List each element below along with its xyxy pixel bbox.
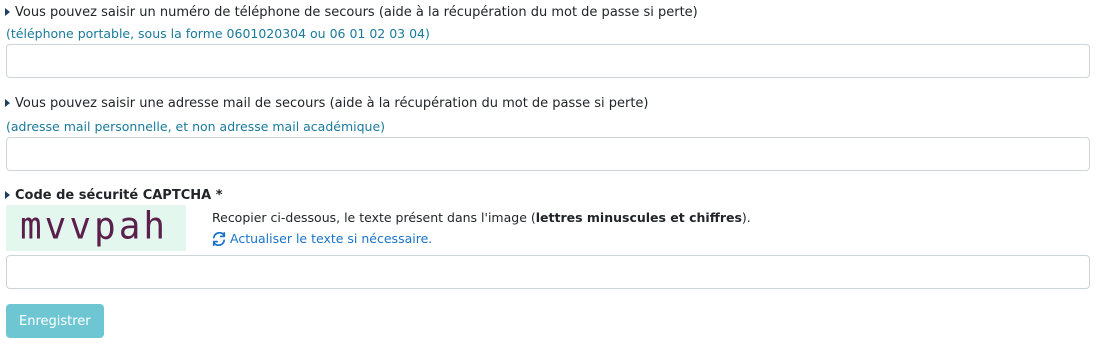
- save-button[interactable]: Enregistrer: [6, 304, 104, 338]
- captcha-label: Code de sécurité CAPTCHA *: [5, 188, 223, 204]
- phone-input[interactable]: [6, 44, 1090, 78]
- phone-label-text: Vous pouvez saisir un numéro de téléphon…: [15, 5, 698, 20]
- captcha-refresh-label: Actualiser le texte si nécessaire.: [230, 231, 433, 246]
- email-input[interactable]: [6, 137, 1090, 171]
- caret-right-icon: [5, 99, 10, 107]
- refresh-icon: [212, 232, 226, 246]
- email-label: Vous pouvez saisir une adresse mail de s…: [5, 96, 648, 112]
- captcha-image-text: mvvpah: [20, 205, 169, 248]
- phone-hint: (téléphone portable, sous la forme 06010…: [6, 26, 430, 41]
- captcha-instruction-suffix: ).: [741, 210, 751, 225]
- caret-right-icon: [5, 8, 10, 16]
- phone-label: Vous pouvez saisir un numéro de téléphon…: [5, 5, 698, 21]
- captcha-image: mvvpah: [6, 205, 186, 251]
- caret-right-icon: [5, 191, 10, 199]
- captcha-refresh-link[interactable]: Actualiser le texte si nécessaire.: [212, 231, 432, 247]
- email-label-text: Vous pouvez saisir une adresse mail de s…: [15, 96, 649, 111]
- captcha-instruction: Recopier ci-dessous, le texte présent da…: [212, 210, 751, 226]
- captcha-input[interactable]: [6, 255, 1090, 289]
- captcha-instruction-prefix: Recopier ci-dessous, le texte présent da…: [212, 210, 536, 225]
- captcha-instruction-bold: lettres minuscules et chiffres: [535, 210, 742, 225]
- captcha-label-text: Code de sécurité CAPTCHA *: [15, 188, 223, 203]
- recovery-form: Vous pouvez saisir un numéro de téléphon…: [0, 0, 1097, 352]
- email-hint: (adresse mail personnelle, et non adress…: [6, 119, 386, 134]
